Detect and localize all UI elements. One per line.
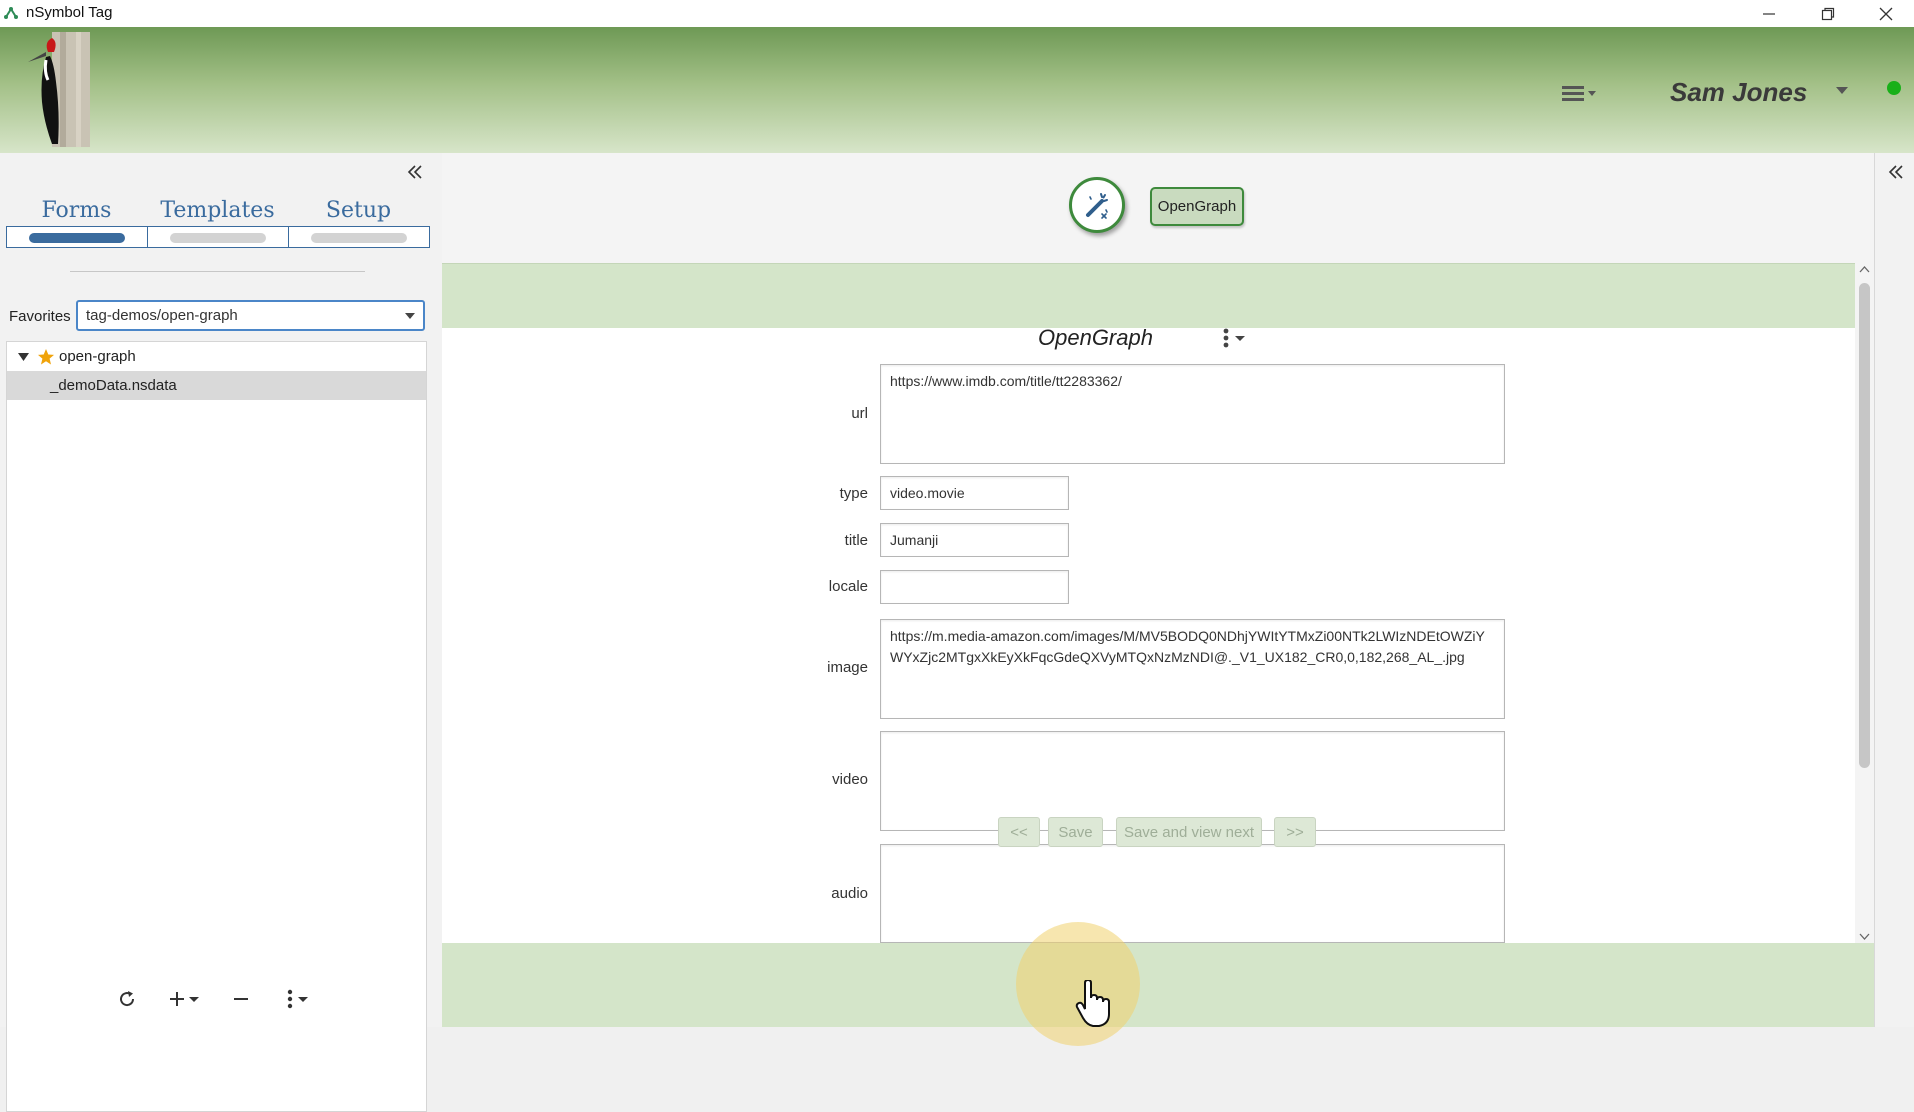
favorites-select[interactable]: tag-demos/open-graph (76, 300, 425, 331)
restore-icon (1821, 7, 1835, 20)
form-options-button[interactable] (1218, 325, 1268, 353)
divider (70, 271, 365, 272)
left-toolbar (0, 973, 434, 1027)
expand-right-panel-button[interactable] (1885, 161, 1907, 183)
refresh-icon (120, 991, 135, 1007)
left-panel: Forms Templates Setup Favorites tag-demo… (0, 153, 434, 1112)
expand-toggle-icon[interactable] (17, 350, 31, 364)
field-label-video: video (832, 771, 868, 788)
locale-field[interactable] (880, 570, 1069, 604)
user-name-menu[interactable]: Sam Jones (1670, 77, 1807, 108)
tab-setup-indicator[interactable] (288, 226, 430, 248)
kebab-menu-icon (287, 989, 308, 1009)
app-icon (4, 7, 18, 19)
field-label-audio: audio (831, 885, 868, 902)
template-chip[interactable]: OpenGraph (1150, 187, 1244, 226)
favorites-label: Favorites (9, 308, 71, 325)
title-field[interactable]: Jumanji (880, 523, 1069, 557)
woodpecker-logo (28, 32, 90, 147)
field-label-url: url (851, 405, 868, 422)
previous-record-button[interactable]: << (998, 817, 1040, 847)
hand-cursor-icon (1075, 980, 1110, 1027)
close-icon (1879, 7, 1893, 20)
add-menu-button[interactable] (166, 983, 206, 1015)
tree-item-demo-data[interactable]: _demoData.nsdata (7, 371, 426, 400)
double-chevron-left-icon (1888, 165, 1903, 179)
kebab-menu-icon (1223, 328, 1245, 348)
refresh-button[interactable] (112, 983, 142, 1015)
tree-item-label: _demoData.nsdata (50, 377, 177, 394)
magic-wand-icon (1086, 193, 1108, 219)
field-label-title: title (844, 532, 868, 549)
tree-item-open-graph[interactable]: open-graph (7, 342, 426, 371)
remove-button[interactable] (228, 983, 254, 1015)
scroll-down-icon[interactable] (1859, 933, 1870, 941)
tab-templates-indicator[interactable] (147, 226, 289, 248)
save-button[interactable]: Save (1048, 817, 1103, 847)
template-toolbar: OpenGraph (442, 153, 1874, 263)
right-panel-collapsed (1874, 153, 1914, 1027)
hamburger-menu-button[interactable] (1560, 79, 1600, 107)
collapse-left-panel-button[interactable] (404, 161, 426, 183)
form-title: OpenGraph (1038, 325, 1153, 350)
window-title: nSymbol Tag (26, 4, 113, 21)
tab-setup[interactable]: Setup (288, 198, 429, 223)
minimize-icon (1763, 12, 1775, 15)
restore-button[interactable] (1799, 0, 1857, 27)
field-label-type: type (839, 485, 868, 502)
plus-icon (170, 992, 199, 1006)
tree-item-label: open-graph (59, 348, 136, 365)
field-label-locale: locale (828, 578, 868, 595)
window-titlebar: nSymbol Tag (0, 0, 1914, 27)
more-options-button[interactable] (282, 983, 322, 1015)
audio-field[interactable] (880, 844, 1505, 943)
chevron-down-icon (405, 313, 415, 319)
chevron-down-icon[interactable] (1836, 85, 1848, 95)
field-label-image: image (827, 659, 868, 676)
tab-forms[interactable]: Forms (6, 198, 147, 223)
scrollbar-thumb[interactable] (1859, 283, 1870, 768)
minimize-button[interactable] (1740, 0, 1798, 27)
close-button[interactable] (1857, 0, 1914, 27)
connection-status-indicator (1887, 81, 1901, 95)
tab-templates[interactable]: Templates (147, 198, 288, 223)
next-record-button[interactable]: >> (1274, 817, 1316, 847)
magic-wand-button[interactable] (1069, 177, 1125, 233)
app-header: Sam Jones (0, 27, 1914, 154)
scroll-up-icon[interactable] (1859, 265, 1870, 273)
url-field[interactable]: https://www.imdb.com/title/tt2283362/ (880, 364, 1505, 464)
save-and-view-next-button[interactable]: Save and view next (1116, 817, 1262, 847)
type-field[interactable]: video.movie (880, 476, 1069, 510)
video-field[interactable] (880, 731, 1505, 831)
image-field[interactable]: https://m.media-amazon.com/images/M/MV5B… (880, 619, 1505, 719)
tab-forms-indicator[interactable] (6, 226, 148, 248)
form-footer (442, 943, 1874, 1027)
hamburger-icon (1562, 86, 1596, 101)
star-icon (38, 348, 54, 364)
form-header (442, 263, 1855, 328)
favorites-selected-value: tag-demos/open-graph (86, 307, 238, 324)
form-scrollbar[interactable] (1855, 263, 1874, 943)
double-chevron-left-icon (407, 165, 422, 179)
minus-icon (234, 998, 248, 1000)
main-area: OpenGraph OpenGraph url https://www.imdb… (442, 153, 1874, 1027)
